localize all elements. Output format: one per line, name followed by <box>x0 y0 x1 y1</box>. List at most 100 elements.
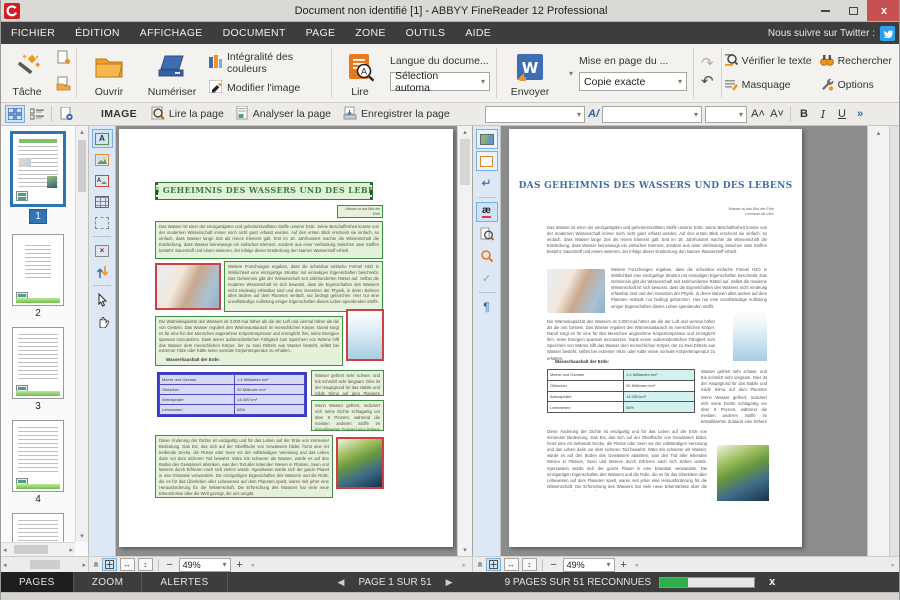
undo-button[interactable]: ↶ <box>701 75 714 89</box>
tab-pages[interactable]: PAGES <box>1 572 74 592</box>
page-thumbnail-2[interactable] <box>12 234 64 306</box>
zoom-level-select[interactable]: 49% ▾ <box>179 558 231 572</box>
scroll-left-icon[interactable]: ◂ <box>3 561 7 569</box>
twitter-icon[interactable] <box>880 26 895 41</box>
pages-hscrollbar[interactable]: ◂ ▸ <box>1 557 89 572</box>
decrease-font-button[interactable]: A˅ <box>769 108 785 120</box>
collapse-panel-icon[interactable]: « <box>90 562 101 568</box>
next-error-button[interactable] <box>476 246 498 266</box>
scroll-up-icon[interactable]: ▴ <box>868 129 889 137</box>
menu-edition[interactable]: ÉDITION <box>65 22 130 44</box>
fit-width-button[interactable]: ↔ <box>120 558 135 571</box>
page-thumbnail-1[interactable] <box>10 131 66 207</box>
doc-table[interactable]: Meere und Ozeane1,4 Milliarden km² Glets… <box>547 369 695 413</box>
toolbar-overflow-icon[interactable]: » <box>857 108 863 120</box>
font-style-icon[interactable]: A/ <box>588 108 599 120</box>
fit-height-button[interactable]: ↕ <box>138 558 153 571</box>
credit-zone[interactable]: Wasser ist das Blut der ErdeLeonardo da … <box>337 205 383 218</box>
scroll-right-icon[interactable]: ▸ <box>82 561 86 569</box>
tab-alertes[interactable]: ALERTES <box>142 572 227 592</box>
search-button[interactable]: Rechercher <box>820 49 892 73</box>
text-zone-p1[interactable]: Das Wasser ist einer der einzigartigsten… <box>155 221 383 259</box>
scroll-right-icon[interactable]: ▸ <box>891 561 895 569</box>
line-breaks-button[interactable]: ↵ <box>476 173 498 193</box>
send-dropdown[interactable]: ▾ <box>561 44 575 102</box>
scroll-right-icon[interactable]: ▸ <box>69 546 73 554</box>
dismiss-progress-icon[interactable]: x <box>769 576 775 588</box>
text-zone-p4[interactable]: Wasser gefriert sehr schwer, und Eis sch… <box>311 370 384 396</box>
text-hscrollbar[interactable]: ◂ ▸ <box>633 561 897 569</box>
scroll-right-icon[interactable]: ▸ <box>462 561 466 569</box>
photo-leaves-zone[interactable] <box>336 437 384 489</box>
zoom-in-button[interactable]: + <box>618 559 630 571</box>
underline-button[interactable]: U <box>834 108 850 120</box>
minimize-button[interactable] <box>811 0 839 21</box>
doc-credit[interactable]: Wasser ist das Blut der ErdeLeonardo da … <box>684 207 774 218</box>
scroll-left-icon[interactable]: ◂ <box>251 561 255 569</box>
doc-paragraph-1[interactable]: Das Wasser ist einer der einzigartigsten… <box>547 225 767 263</box>
maximize-button[interactable] <box>839 0 867 21</box>
recognition-zone-tool[interactable] <box>92 213 113 232</box>
scroll-left-icon[interactable]: ◂ <box>635 561 639 569</box>
full-color-button[interactable]: Intégralité des couleurs <box>209 51 325 75</box>
read-page-button[interactable]: Lire la page <box>145 103 230 125</box>
save-page-button[interactable]: Enregistrer la page <box>337 103 456 125</box>
layout-select[interactable]: Copie exacte ▾ <box>579 72 687 91</box>
fit-width-button[interactable]: ↔ <box>504 558 519 571</box>
scroll-left-icon[interactable]: ◂ <box>3 546 7 554</box>
menu-fichier[interactable]: FICHIER <box>1 22 65 44</box>
menu-page[interactable]: PAGE <box>296 22 346 44</box>
fit-page-button[interactable] <box>102 558 117 571</box>
reorder-zones-tool[interactable] <box>92 262 113 281</box>
doc-title[interactable]: DAS GEHEIMNIS DES WASSERS UND DES LEBENS <box>509 181 802 191</box>
open-page-icon[interactable] <box>56 76 71 96</box>
scan-button[interactable]: Numériser <box>139 44 205 102</box>
tab-zoom[interactable]: ZOOM <box>74 572 143 592</box>
zoom-text-button[interactable] <box>476 224 498 244</box>
show-formatting-button[interactable] <box>476 151 498 171</box>
photo-scientist-zone[interactable] <box>155 263 221 310</box>
highlight-button[interactable]: Masquage <box>724 73 820 97</box>
previous-page-icon[interactable]: ◀ <box>338 577 345 588</box>
doc-paragraph-2[interactable]: Weitere Forschungen ergaben, dass die sc… <box>611 267 767 315</box>
close-button[interactable]: x <box>867 0 900 21</box>
pan-hand-tool[interactable] <box>92 311 113 330</box>
doc-paragraph-6[interactable]: Diese Änderung der Dichte ist einzigarti… <box>547 429 707 491</box>
options-button[interactable]: Options <box>820 73 892 97</box>
select-cursor-tool[interactable] <box>92 290 113 309</box>
page-thumbnail-4[interactable] <box>12 420 64 492</box>
text-zone-p2[interactable]: Weitere Forschungen ergaben, dass die sc… <box>224 261 383 312</box>
verify-text-button[interactable]: Vérifier le texte <box>724 49 820 73</box>
table-zone[interactable]: Meere und Ozeane1,4 Milliarden km² Glets… <box>157 372 307 417</box>
paragraph-style-select[interactable]: ▾ <box>602 106 702 123</box>
zoom-level-select[interactable]: 49% ▾ <box>563 558 615 572</box>
scroll-down-icon[interactable]: ▾ <box>76 532 88 540</box>
pages-horizontal-scrollbar[interactable]: ◂ ▸ <box>1 542 75 556</box>
font-family-select[interactable]: ▾ <box>485 106 585 123</box>
text-vertical-scrollbar[interactable]: ▴ <box>867 126 889 556</box>
confirm-text-button[interactable]: ✓ <box>476 268 498 288</box>
edit-image-button[interactable]: Modifier l'image <box>209 80 325 96</box>
add-page-icon[interactable] <box>56 50 71 70</box>
text-zone-p3[interactable]: Die Wärmekapazität des Wassers ist 3.000… <box>155 316 343 366</box>
recognized-text-page[interactable]: DAS GEHEIMNIS DES WASSERS UND DES LEBENS… <box>509 129 802 547</box>
scanned-page-image[interactable]: DAS GEHEIMNIS DES WASSERS UND DES LEBENS… <box>119 129 453 547</box>
text-zone-tool[interactable]: A <box>92 129 113 148</box>
menu-aide[interactable]: AIDE <box>455 22 501 44</box>
menu-zone[interactable]: ZONE <box>345 22 395 44</box>
zoom-in-button[interactable]: + <box>234 559 246 571</box>
page-properties-button[interactable] <box>56 105 76 123</box>
zoom-out-button[interactable]: − <box>548 559 560 571</box>
collapse-panel-icon[interactable]: « <box>474 562 485 568</box>
text-zone-p5[interactable]: Wenn Wasser gefriert, reduziert sich sei… <box>311 400 384 431</box>
task-button[interactable]: Tâche <box>1 44 53 102</box>
image-vertical-scrollbar[interactable]: ▴ ▾ <box>457 126 472 556</box>
pages-vertical-scrollbar[interactable]: ▴ ▾ <box>75 126 88 542</box>
title-zone[interactable]: DAS GEHEIMNIS DES WASSERS UND DES LEBENS <box>155 182 373 200</box>
menu-affichage[interactable]: AFFICHAGE <box>130 22 213 44</box>
open-button[interactable]: Ouvrir <box>79 44 139 102</box>
formatting-marks-button[interactable]: ¶ <box>476 297 498 317</box>
image-zone-tool[interactable] <box>92 150 113 169</box>
photo-glass-zone[interactable] <box>346 309 384 361</box>
scroll-up-icon[interactable]: ▴ <box>458 128 472 136</box>
